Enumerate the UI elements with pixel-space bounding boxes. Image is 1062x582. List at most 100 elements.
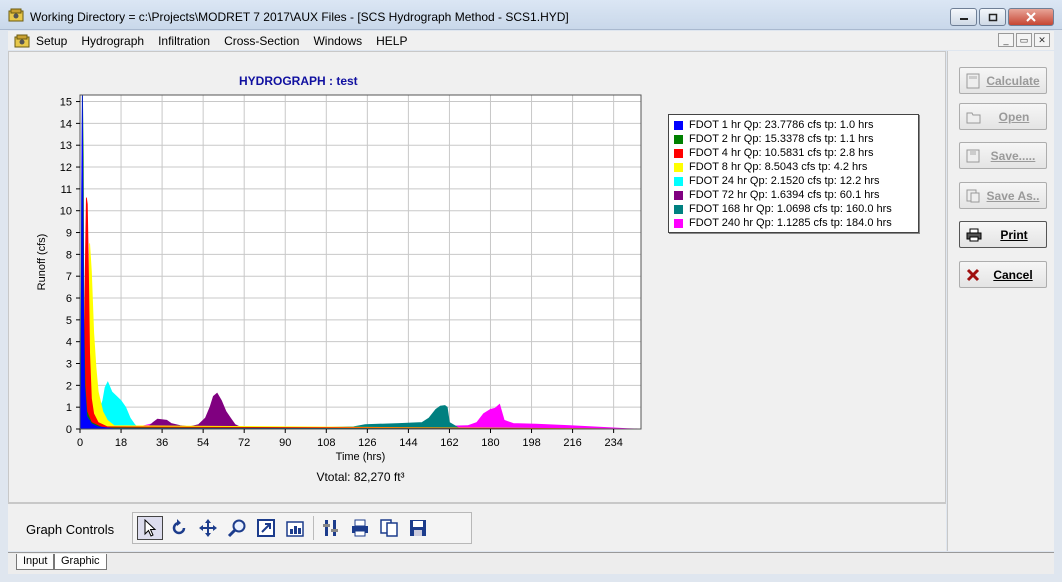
y-tick-label: 3 [66,359,72,371]
y-tick-label: 4 [66,337,72,349]
menu-hydrograph[interactable]: Hydrograph [81,34,144,48]
y-tick-label: 6 [66,293,72,305]
y-tick-label: 5 [66,315,72,327]
restore-icon [988,13,997,21]
calculator-icon [966,73,980,88]
save-tool[interactable] [405,516,431,540]
legend-text: FDOT 1 hr Qp: 23.7786 cfs tp: 1.0 hrs [689,119,874,131]
print-label: Print [1000,227,1028,242]
y-tick-label: 9 [66,228,72,240]
rotate-tool[interactable] [166,516,192,540]
chart-type-tool[interactable] [282,516,308,540]
side-button-panel: Calculate Open Save..... Save As.. Print… [947,51,1054,551]
legend-swatch [674,162,683,172]
folder-open-icon [966,112,981,123]
close-button[interactable] [1008,8,1054,26]
y-tick-label: 15 [60,97,72,109]
cancel-x-icon [966,268,980,281]
chart-legend: FDOT 1 hr Qp: 23.7786 cfs tp: 1.0 hrs FDO… [668,114,919,233]
pointer-tool[interactable] [137,516,163,540]
open-button[interactable]: Open [959,103,1047,130]
mdi-minimize-button[interactable]: _ [998,33,1014,47]
move-icon [199,519,217,537]
x-tick-label: 36 [156,437,168,449]
legend-text: FDOT 4 hr Qp: 10.5831 cfs tp: 2.8 hrs [689,147,874,159]
print-tool[interactable] [347,516,373,540]
tab-graphic[interactable]: Graphic [54,554,107,570]
y-tick-label: 14 [60,118,72,130]
copy-icon [380,519,398,537]
graph-controls: Graph Controls [8,503,946,551]
move-tool[interactable] [195,516,221,540]
toolbar-separator [313,516,314,540]
zoom-icon [227,519,246,538]
legend-swatch [674,190,683,200]
tab-input[interactable]: Input [16,554,55,570]
y-tick-label: 11 [61,184,72,196]
legend-entry: FDOT 168 hr Qp: 1.0698 cfs tp: 160.0 hrs [674,202,918,216]
legend-entry: FDOT 4 hr Qp: 10.5831 cfs tp: 2.8 hrs [674,146,918,160]
sheet-tabs: Input Graphic [8,552,1054,574]
menu-cross-section[interactable]: Cross-Section [224,34,299,48]
save-as-label: Save As.. [986,188,1040,203]
minimize-button[interactable] [950,8,977,26]
document-icon[interactable] [14,34,30,48]
x-axis-label: Time (hrs) [336,451,386,463]
settings-tool[interactable] [318,516,344,540]
graph-toolbar [132,512,472,544]
mdi-restore-button[interactable]: ▭ [1016,33,1032,47]
x-tick-label: 216 [563,437,581,449]
vtotal-label: Vtotal: 82,270 ft³ [316,470,404,484]
copy-tool[interactable] [376,516,402,540]
legend-swatch [674,148,683,158]
legend-entry: FDOT 1 hr Qp: 23.7786 cfs tp: 1.0 hrs [674,118,918,132]
x-tick-label: 54 [197,437,209,449]
save-as-icon [966,189,980,202]
x-tick-label: 72 [238,437,250,449]
pointer-icon [144,519,157,537]
y-tick-label: 2 [66,380,72,392]
x-tick-label: 144 [399,437,417,449]
calculate-button[interactable]: Calculate [959,67,1047,94]
menu-windows[interactable]: Windows [313,34,362,48]
zoom-tool[interactable] [224,516,250,540]
legend-text: FDOT 168 hr Qp: 1.0698 cfs tp: 160.0 hrs [689,203,892,215]
x-tick-label: 234 [604,437,622,449]
legend-text: FDOT 8 hr Qp: 8.5043 cfs tp: 4.2 hrs [689,161,868,173]
save-as-button[interactable]: Save As.. [959,182,1047,209]
cancel-label: Cancel [993,267,1033,282]
menu-setup[interactable]: Setup [36,34,67,48]
print-button[interactable]: Print [959,221,1047,248]
close-icon [1026,12,1036,22]
menu-help[interactable]: HELP [376,34,407,48]
legend-text: FDOT 72 hr Qp: 1.6394 cfs tp: 60.1 hrs [689,189,880,201]
legend-text: FDOT 2 hr Qp: 15.3378 cfs tp: 1.1 hrs [689,133,874,145]
minimize-icon [959,18,968,20]
graph-title: HYDROGRAPH : test [239,74,358,88]
legend-swatch [674,134,683,144]
save-button[interactable]: Save..... [959,142,1047,169]
cancel-button[interactable]: Cancel [959,261,1047,288]
export-tool[interactable] [253,516,279,540]
legend-swatch [674,176,683,186]
menu-infiltration[interactable]: Infiltration [158,34,210,48]
y-tick-label: 13 [60,140,72,152]
y-axis-label: Runoff (cfs) [36,234,48,291]
graph-controls-label: Graph Controls [26,522,115,537]
calculate-label: Calculate [986,73,1040,88]
open-label: Open [998,109,1030,124]
restore-button[interactable] [979,8,1006,26]
settings-icon [323,520,338,536]
mdi-close-button[interactable]: ✕ [1034,33,1050,47]
y-tick-label: 10 [60,206,72,218]
legend-swatch [674,120,683,130]
save-label: Save..... [990,148,1036,163]
window-title: Working Directory = c:\Projects\MODRET 7… [30,10,569,24]
legend-entry: FDOT 72 hr Qp: 1.6394 cfs tp: 60.1 hrs [674,188,918,202]
y-tick-label: 12 [60,162,72,174]
legend-entry: FDOT 8 hr Qp: 8.5043 cfs tp: 4.2 hrs [674,160,918,174]
legend-swatch [674,218,683,228]
y-tick-label: 0 [66,424,72,436]
legend-entry: FDOT 24 hr Qp: 2.1520 cfs tp: 12.2 hrs [674,174,918,188]
y-tick-label: 8 [66,249,72,261]
